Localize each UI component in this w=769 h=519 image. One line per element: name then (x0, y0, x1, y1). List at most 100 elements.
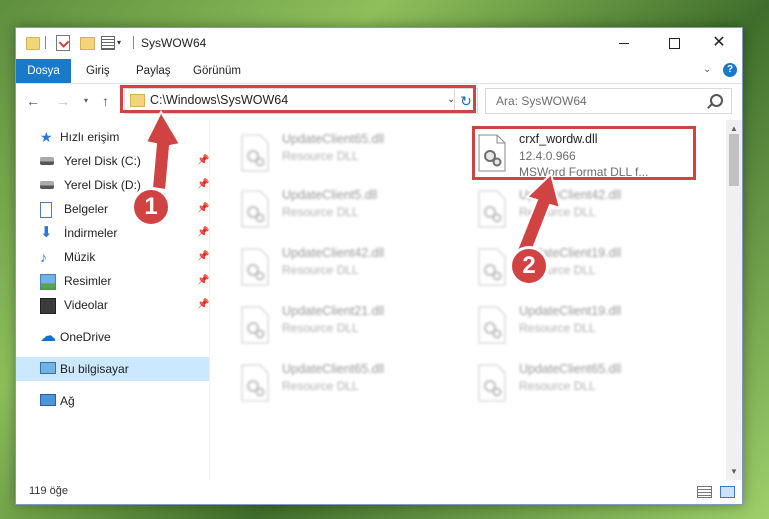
title-bar: ▾ SysWOW64 ✕ (16, 28, 742, 59)
maximize-button[interactable] (651, 28, 697, 58)
file-name: UpdateClient5.dll (282, 188, 378, 202)
search-input[interactable]: Ara: SysWOW64 (496, 94, 587, 108)
search-box[interactable]: Ara: SysWOW64 (485, 88, 732, 114)
minimize-button[interactable] (601, 28, 647, 58)
disk-icon (40, 181, 54, 189)
file-type: Resource DLL (282, 263, 359, 277)
sidebar-item-label: Videolar (64, 298, 108, 312)
details-view-icon[interactable] (697, 486, 712, 498)
dll-file-icon (241, 134, 269, 172)
back-button[interactable]: ← (26, 93, 40, 109)
sidebar-item-quick-access[interactable]: ★ Hızlı erişim (16, 125, 209, 149)
folder-icon (26, 37, 40, 50)
divider (209, 120, 210, 480)
file-item[interactable]: UpdateClient19.dll Resource DLL (469, 242, 691, 294)
sidebar-item-label: Yerel Disk (D:) (64, 178, 141, 192)
search-icon[interactable] (710, 94, 723, 107)
sidebar-item-videos[interactable]: Videolar 📌 (16, 293, 209, 317)
scrollbar-thumb[interactable] (729, 134, 739, 186)
file-item[interactable]: UpdateClient5.dll Resource DLL (232, 184, 454, 236)
sidebar-item-documents[interactable]: Belgeler 📌 (16, 197, 209, 221)
pin-icon[interactable]: 📌 (197, 227, 209, 238)
network-icon (40, 394, 56, 406)
file-item[interactable]: UpdateClient65.dll Resource DLL (232, 358, 454, 410)
dll-file-icon (241, 364, 269, 402)
pin-icon[interactable]: 📌 (197, 275, 209, 286)
ribbon-tabs: Dosya Giriş Paylaş Görünüm ⌄ ? (16, 59, 742, 84)
file-name: UpdateClient65.dll (282, 362, 385, 376)
view-icon[interactable] (101, 36, 115, 50)
dll-file-icon (478, 190, 506, 228)
pin-icon[interactable]: 📌 (197, 251, 209, 262)
divider (133, 36, 134, 49)
chevron-down-icon[interactable]: ▾ (117, 38, 121, 54)
star-icon: ★ (40, 129, 53, 145)
tab-home[interactable]: Giriş (76, 59, 120, 83)
file-type: Resource DLL (519, 321, 596, 335)
forward-button[interactable]: → (56, 93, 70, 109)
dll-file-icon (241, 190, 269, 228)
tab-file[interactable]: Dosya (16, 59, 71, 83)
dll-file-icon (241, 306, 269, 344)
close-button[interactable]: ✕ (696, 28, 742, 58)
sidebar-item-this-pc[interactable]: Bu bilgisayar (16, 357, 209, 381)
file-type: Resource DLL (282, 379, 359, 393)
file-item[interactable]: UpdateClient65.dll Resource DLL (469, 358, 691, 410)
scroll-up-icon[interactable]: ▲ (730, 124, 738, 133)
file-item[interactable]: UpdateClient42.dll Resource DLL (232, 242, 454, 294)
properties-icon[interactable] (56, 35, 70, 51)
tiles-view-icon[interactable] (720, 486, 735, 498)
divider (45, 36, 46, 49)
sidebar-item-local-disk-c[interactable]: Yerel Disk (C:) 📌 (16, 149, 209, 173)
sidebar-item-label: Resimler (64, 274, 112, 288)
expand-ribbon-icon[interactable]: ⌄ (703, 64, 711, 75)
sidebar-item-label: Müzik (64, 250, 96, 264)
step-1-badge: 1 (131, 187, 171, 227)
music-icon: ♪ (40, 249, 47, 265)
tab-share[interactable]: Paylaş (126, 59, 181, 83)
sidebar-item-local-disk-d[interactable]: Yerel Disk (D:) 📌 (16, 173, 209, 197)
pin-icon[interactable]: 📌 (197, 155, 209, 166)
file-item[interactable]: UpdateClient65.dll Resource DLL (232, 128, 454, 180)
status-bar: 119 öğe (16, 480, 742, 504)
file-type: Resource DLL (519, 379, 596, 393)
file-name: UpdateClient21.dll (282, 304, 385, 318)
recent-locations-button[interactable]: ▾ (84, 96, 88, 105)
file-item[interactable]: UpdateClient21.dll Resource DLL (232, 300, 454, 352)
sidebar-item-downloads[interactable]: ⬇ İndirmeler 📌 (16, 221, 209, 245)
sidebar-item-pictures[interactable]: Resimler 📌 (16, 269, 209, 293)
dll-file-icon (478, 306, 506, 344)
videos-icon (40, 298, 56, 314)
scroll-down-icon[interactable]: ▼ (730, 467, 738, 476)
file-name: UpdateClient19.dll (519, 304, 622, 318)
close-icon: ✕ (712, 34, 726, 51)
pictures-icon (40, 274, 56, 290)
pin-icon[interactable]: 📌 (197, 203, 209, 214)
dll-file-icon (241, 248, 269, 286)
sidebar-item-label: Hızlı erişim (60, 130, 120, 144)
new-folder-icon[interactable] (80, 37, 95, 50)
address-bar-highlight (120, 85, 476, 113)
sidebar-item-music[interactable]: ♪ Müzik 📌 (16, 245, 209, 269)
pin-icon[interactable]: 📌 (197, 179, 209, 190)
file-highlight (472, 126, 696, 180)
navigation-pane: ★ Hızlı erişim Yerel Disk (C:) 📌 Yerel D… (16, 120, 209, 480)
file-type: Resource DLL (282, 205, 359, 219)
vertical-scrollbar[interactable]: ▲ ▼ (726, 120, 742, 480)
maximize-icon (668, 37, 680, 49)
file-name: UpdateClient42.dll (282, 246, 385, 260)
sidebar-item-onedrive[interactable]: ☁ OneDrive (16, 325, 209, 349)
downloads-icon: ⬇ (40, 224, 53, 241)
file-item[interactable]: UpdateClient42.dll Resource DLL (469, 184, 691, 236)
cloud-icon: ☁ (40, 328, 56, 345)
dll-file-icon (478, 364, 506, 402)
file-item[interactable]: UpdateClient19.dll Resource DLL (469, 300, 691, 352)
file-type: Resource DLL (282, 149, 359, 163)
pin-icon[interactable]: 📌 (197, 299, 209, 310)
tab-view[interactable]: Görünüm (183, 59, 251, 83)
up-button[interactable]: ↑ (102, 93, 109, 109)
step-2-badge: 2 (509, 246, 549, 286)
file-name: UpdateClient42.dll (519, 188, 622, 202)
sidebar-item-network[interactable]: Ağ (16, 389, 209, 413)
help-icon[interactable]: ? (723, 63, 737, 77)
